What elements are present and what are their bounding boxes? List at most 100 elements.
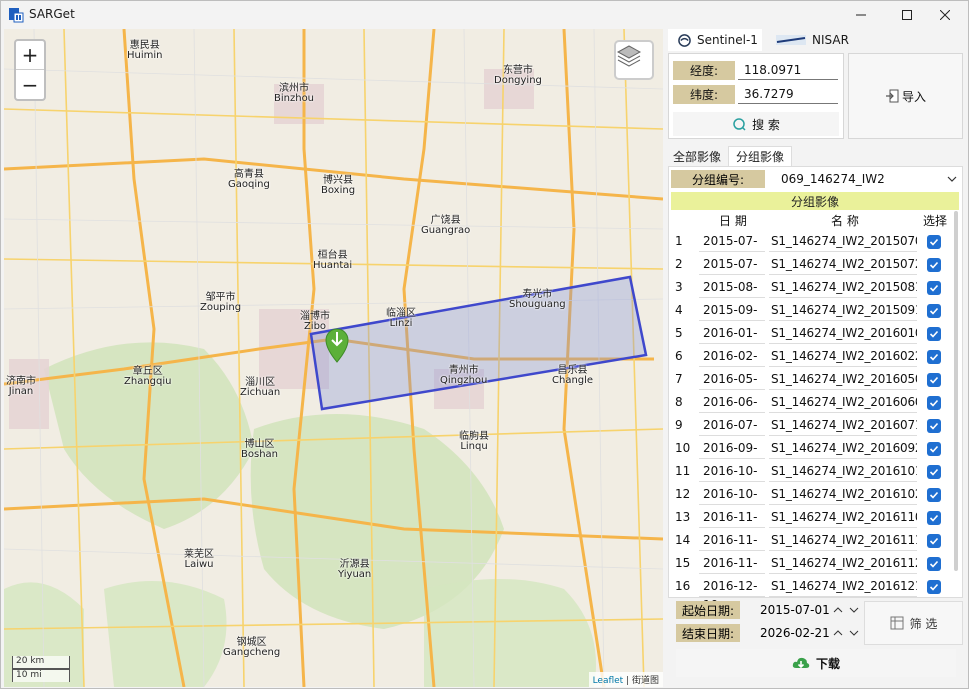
row-select-checkbox[interactable] — [927, 304, 941, 318]
table-row[interactable]: 11 2016-10-11S1_146274_IW2_20161011... — [671, 461, 951, 497]
table-row[interactable]: 7 2016-05-08S1_146274_IW2_20160508... — [671, 369, 951, 405]
group-images-header: 分组影像 — [671, 192, 959, 210]
row-select-checkbox[interactable] — [927, 511, 941, 525]
table-row[interactable]: 1 2015-07-01S1_146274_IW2_20150701... — [671, 231, 951, 267]
row-date: 2015-08-18 — [699, 278, 765, 313]
cloud-download-icon — [792, 657, 810, 669]
row-select-checkbox[interactable] — [927, 534, 941, 548]
zoom-out-button[interactable]: − — [16, 70, 44, 99]
app-icon — [9, 8, 24, 23]
map-label: 青州市 Qingzhou — [440, 365, 488, 386]
layers-icon — [616, 45, 642, 67]
map-label: 莱芜区 Laiwu — [184, 549, 214, 570]
longitude-field[interactable]: 118.0971 — [738, 61, 838, 80]
close-icon — [940, 10, 950, 20]
table-row[interactable]: 8 2016-06-01S1_146274_IW2_20160601... — [671, 392, 951, 428]
table-row[interactable]: 14 2016-11-16S1_146274_IW2_20161116... — [671, 530, 951, 566]
tab-nisar[interactable]: NISAR — [764, 29, 854, 51]
map-label: 滨州市 Binzhou — [274, 83, 315, 104]
map-label: 惠民县 Huimin — [127, 40, 163, 61]
end-date-stepper-icon[interactable] — [832, 624, 862, 642]
end-date-field[interactable]: 2026-02-21 — [760, 624, 860, 642]
row-number: 2 — [675, 257, 683, 271]
table-row[interactable]: 5 2016-01-09S1_146274_IW2_20160109... — [671, 323, 951, 359]
row-select-checkbox[interactable] — [927, 281, 941, 295]
map-scale: 20 km 10 mi — [12, 656, 70, 682]
row-name: S1_146274_IW2_20161023... — [769, 485, 917, 505]
column-date: 日 期 — [719, 214, 747, 228]
checkmark-icon — [929, 376, 939, 384]
table-row[interactable]: 4 2015-09-11S1_146274_IW2_20150911... — [671, 300, 951, 336]
title-bar: SARGet — [1, 1, 968, 29]
checkmark-icon — [929, 514, 939, 522]
table-row[interactable]: 2 2015-07-25S1_146274_IW2_20150725... — [671, 254, 951, 290]
row-select-checkbox[interactable] — [927, 373, 941, 387]
minimize-button[interactable] — [838, 1, 884, 29]
table-row[interactable]: 13 2016-11-04S1_146274_IW2_20161104... — [671, 507, 951, 543]
layers-button[interactable] — [614, 40, 654, 80]
row-number: 14 — [675, 533, 691, 547]
tab-nisar-label: NISAR — [812, 33, 849, 47]
row-select-checkbox[interactable] — [927, 419, 941, 433]
map-tiles — [4, 29, 663, 687]
import-button[interactable]: 导入 — [848, 53, 963, 139]
table-header: 日 期 名 称 选择 — [671, 211, 951, 229]
map-label: 淄博市 Zibo — [300, 311, 330, 332]
row-select-checkbox[interactable] — [927, 396, 941, 410]
longitude-label: 经度: — [673, 61, 735, 80]
search-button[interactable]: 搜 索 — [673, 112, 839, 136]
chevron-down-icon — [947, 176, 957, 182]
tab-all-images[interactable]: 全部影像 — [668, 146, 726, 166]
table-row[interactable]: 12 2016-10-23S1_146274_IW2_20161023... — [671, 484, 951, 520]
zoom-in-button[interactable]: + — [16, 41, 44, 70]
row-select-checkbox[interactable] — [927, 488, 941, 502]
map-label: 博兴县 Boxing — [321, 175, 356, 196]
filter-button[interactable]: 筛 选 — [864, 601, 963, 645]
column-select: 选择 — [923, 214, 948, 228]
scale-km: 20 km — [12, 656, 70, 669]
latitude-field[interactable]: 36.7279 — [738, 85, 838, 104]
close-button[interactable] — [922, 1, 968, 29]
table-row[interactable]: 15 2016-11-28S1_146274_IW2_20161128... — [671, 553, 951, 589]
map-label: 钢城区 Gangcheng — [223, 637, 281, 658]
leaflet-link[interactable]: Leaflet — [593, 676, 624, 686]
table-row[interactable]: 10 2016-09-29S1_146274_IW2_20160929... — [671, 438, 951, 474]
group-id-select[interactable]: 069_146274_IW2 — [771, 170, 961, 188]
row-number: 15 — [675, 556, 691, 570]
row-name: S1_146274_IW2_20161011... — [769, 462, 917, 482]
row-name: S1_146274_IW2_20150701... — [769, 232, 917, 252]
row-select-checkbox[interactable] — [927, 442, 941, 456]
download-button[interactable]: 下载 — [676, 649, 956, 677]
tab-group-images[interactable]: 分组影像 — [728, 146, 792, 166]
table-row[interactable]: 3 2015-08-18S1_146274_IW2_20150818... — [671, 277, 951, 313]
row-number: 6 — [675, 349, 683, 363]
map-label: 桓台县 Huantai — [313, 250, 353, 271]
start-date-value: 2015-07-01 — [760, 603, 830, 617]
row-number: 12 — [675, 487, 691, 501]
minimize-icon — [856, 14, 866, 16]
table-row[interactable]: 6 2016-02-26S1_146274_IW2_20160226... — [671, 346, 951, 382]
row-number: 7 — [675, 372, 683, 386]
row-select-checkbox[interactable] — [927, 557, 941, 571]
table-row[interactable]: 9 2016-07-19S1_146274_IW2_20160719... — [671, 415, 951, 451]
tab-sentinel-1[interactable]: Sentinel-1 — [668, 29, 762, 51]
row-select-checkbox[interactable] — [927, 258, 941, 272]
row-select-checkbox[interactable] — [927, 580, 941, 594]
app-window: SARGet 惠民县 Huimin 滨州市 Binzhou 东营市 Dongyi… — [0, 0, 969, 689]
row-number: 11 — [675, 464, 691, 478]
checkmark-icon — [929, 284, 939, 292]
row-select-checkbox[interactable] — [927, 235, 941, 249]
map-view[interactable]: 惠民县 Huimin 滨州市 Binzhou 东营市 Dongying 淄博市 Zibo… — [4, 29, 663, 687]
table-row[interactable]: 16 2016-12-10S1_146274_IW2_20161210... — [671, 576, 951, 612]
list-scrollbar[interactable] — [954, 211, 958, 571]
start-date-stepper-icon[interactable] — [832, 601, 862, 619]
row-select-checkbox[interactable] — [927, 350, 941, 364]
row-date: 2016-11-16 — [699, 531, 765, 566]
map-label: 昌乐县 Changle — [552, 365, 594, 386]
checkmark-icon — [929, 307, 939, 315]
row-select-checkbox[interactable] — [927, 327, 941, 341]
filter-button-label: 筛 选 — [909, 616, 938, 631]
latitude-label: 纬度: — [673, 85, 735, 104]
row-select-checkbox[interactable] — [927, 465, 941, 479]
start-date-field[interactable]: 2015-07-01 — [760, 601, 860, 619]
